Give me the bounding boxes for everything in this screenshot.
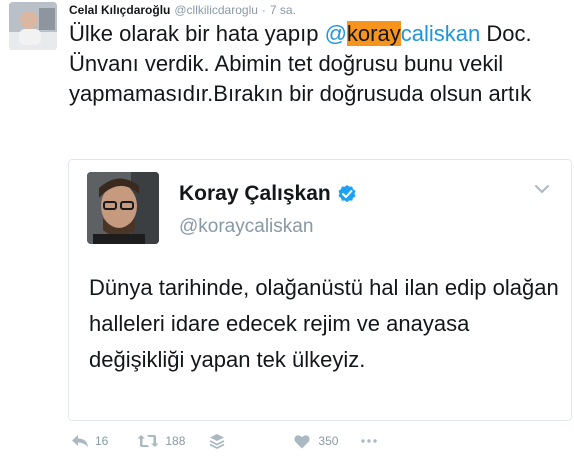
reply-icon — [72, 435, 88, 447]
tweet-text: Ülke olarak bir hata yapıp @koraycaliska… — [69, 19, 569, 109]
author-name[interactable]: Celal Kılıçdaroğlu — [69, 3, 170, 17]
retweet-count: 188 — [165, 434, 186, 448]
tweet: Celal Kılıçdaroğlu @cllkilicdaroglu · 7 … — [0, 0, 574, 461]
retweet-button[interactable]: 188 — [137, 434, 185, 448]
quoted-tweet-card[interactable]: Koray Çalışkan @koraycaliskan Dünya tari… — [68, 159, 572, 421]
like-button[interactable]: 350 — [294, 434, 338, 449]
layers-icon — [209, 434, 225, 449]
verified-badge-icon — [337, 184, 357, 204]
reply-button[interactable]: 16 — [71, 434, 108, 448]
mention-at: @ — [324, 21, 347, 46]
moments-button[interactable] — [209, 433, 225, 449]
quoted-tweet-text: Dünya tarihinde, olağanüstü hal ilan edi… — [89, 275, 559, 372]
more-dots-icon — [361, 439, 378, 443]
retweet-icon — [137, 435, 159, 447]
reply-count: 16 — [95, 434, 109, 448]
mention-link[interactable]: @koraycaliskan — [324, 21, 481, 46]
mention-highlight: koray — [346, 21, 401, 46]
quoted-author-handle[interactable]: @koraycaliskan — [179, 216, 313, 238]
chevron-down-icon[interactable] — [535, 184, 549, 194]
tweet-text-before: Ülke olarak bir hata yapıp — [69, 21, 325, 46]
tweet-header: Celal Kılıçdaroğlu @cllkilicdaroglu · 7 … — [69, 3, 296, 19]
quoted-author-name[interactable]: Koray Çalışkan — [179, 182, 331, 206]
like-count: 350 — [318, 434, 339, 448]
tweet-timestamp[interactable]: 7 sa. — [270, 3, 296, 17]
quoted-name-row: Koray Çalışkan — [179, 182, 357, 206]
author-avatar[interactable] — [9, 2, 57, 50]
header-separator: · — [261, 3, 266, 17]
more-button[interactable] — [361, 439, 378, 443]
tweet-actions: 16 188 350 — [68, 428, 378, 454]
heart-icon — [294, 434, 310, 448]
quoted-author-avatar[interactable] — [87, 172, 159, 244]
mention-rest: caliskan — [400, 21, 481, 46]
author-handle[interactable]: @cllkilicdaroglu — [174, 3, 258, 17]
